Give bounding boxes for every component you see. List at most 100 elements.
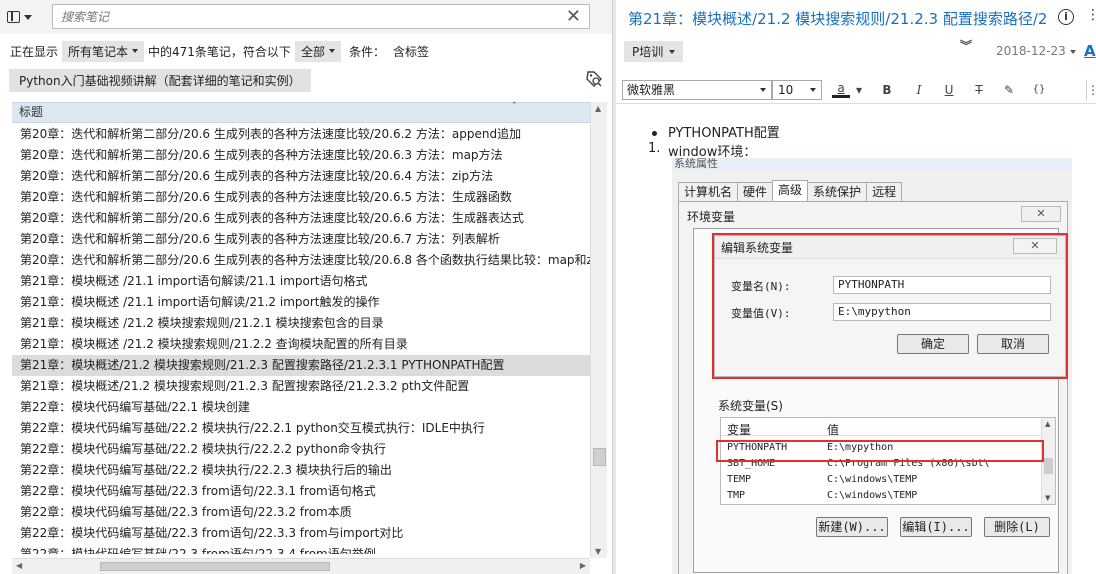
system-var-name: TMP <box>727 490 746 501</box>
scroll-right-icon[interactable]: ▶ <box>580 561 586 570</box>
chevron-down-icon[interactable]: ▾ <box>854 80 864 100</box>
highlight-box-row <box>716 440 1044 462</box>
system-vars-title: 系统变量(S) <box>718 399 783 413</box>
system-var-value: C:\windows\TEMP <box>827 490 918 501</box>
system-var-name: TEMP <box>727 474 752 485</box>
title-column-label: 标题 <box>19 105 44 119</box>
chevron-down-icon <box>328 49 335 53</box>
note-row[interactable]: 第20章：迭代和解析第二部分/20.6 生成列表的各种方法速度比较/20.6.3… <box>12 145 590 166</box>
font-format-icon[interactable]: A <box>1084 42 1096 60</box>
note-row[interactable]: 第22章：模块代码编写基础/22.1 模块创建 <box>12 397 590 418</box>
screenshot-window-title: 系统属性 <box>674 158 718 170</box>
title-column-header[interactable]: 标题 ˆ <box>12 102 590 123</box>
bold-button[interactable]: B <box>878 80 896 100</box>
note-row[interactable]: 第21章：模块概述 /21.2 模块搜索规则/21.2.2 查询模块配置的所有目… <box>12 334 590 355</box>
system-var-value: C:\windows\TEMP <box>827 474 918 485</box>
screenshot-titlebar: 系统属性 <box>672 158 1072 170</box>
scroll-thumb <box>1044 458 1053 474</box>
chevron-down-icon <box>24 14 32 20</box>
notes-list-pane: ✕ 正在显示 所有笔记本 中的471条笔记，符合以下 全部 条件： 含标签 Py… <box>0 0 612 574</box>
note-date-value: 2018-12-23 <box>996 44 1066 58</box>
scroll-left-icon[interactable]: ◀ <box>16 561 22 570</box>
chevron-down-icon <box>1069 49 1076 54</box>
code-block-button[interactable]: {} <box>1030 80 1048 100</box>
highlight-icon[interactable]: ✎ <box>1000 80 1018 100</box>
screenshot-tab: 计算机名 <box>678 182 739 201</box>
tag-filter-chip[interactable]: Python入门基础视频讲解（配套详细的笔记和实例） <box>9 69 311 92</box>
chevron-down-icon <box>810 88 816 92</box>
font-size-select[interactable]: 10 <box>772 80 822 100</box>
note-row[interactable]: 第22章：模块代码编写基础/22.3 from语句/22.3.4 from语句举… <box>12 544 590 554</box>
note-row[interactable]: 第20章：迭代和解析第二部分/20.6 生成列表的各种方法速度比较/20.6.8… <box>12 250 590 271</box>
italic-button[interactable]: I <box>910 80 928 100</box>
screenshot-tabs: 计算机名 硬件 高级 系统保护 远程 <box>678 180 903 202</box>
bullet-icon <box>652 131 657 136</box>
note-row[interactable]: 第20章：迭代和解析第二部分/20.6 生成列表的各种方法速度比较/20.6.2… <box>12 124 590 145</box>
note-row[interactable]: 第21章：模块概述 /21.1 import语句解读/21.2 import触发… <box>12 292 590 313</box>
notes-list: 第20章：迭代和解析第二部分/20.6 生成列表的各种方法速度比较/20.6.2… <box>12 124 590 554</box>
note-row[interactable]: 第20章：迭代和解析第二部分/20.6 生成列表的各种方法速度比较/20.6.6… <box>12 208 590 229</box>
scroll-up-icon[interactable]: ▲ <box>595 104 601 113</box>
note-row[interactable]: 第22章：模块代码编写基础/22.3 from语句/22.3.1 from语句格… <box>12 481 590 502</box>
scroll-thumb[interactable] <box>100 562 330 571</box>
col-val-header: 值 <box>827 423 840 437</box>
note-row[interactable]: 第21章：模块概述 /21.2 模块搜索规则/21.2.1 模块搜索包含的目录 <box>12 313 590 334</box>
note-row[interactable]: 第22章：模块代码编写基础/22.2 模块执行/22.2.3 模块执行后的输出 <box>12 460 590 481</box>
scroll-up-icon: ▲ <box>1045 420 1051 428</box>
text-color-button[interactable]: a <box>832 80 850 98</box>
search-input[interactable] <box>53 5 543 28</box>
new-var-button: 新建(W)... <box>816 517 888 537</box>
note-row[interactable]: 第21章：模块概述/21.2 模块搜索规则/21.2.3 配置搜索路径/21.2… <box>12 376 590 397</box>
note-row[interactable]: 第20章：迭代和解析第二部分/20.6 生成列表的各种方法速度比较/20.6.4… <box>12 166 590 187</box>
list-toolbar: ✕ <box>0 0 612 34</box>
note-notebook-dropdown[interactable]: P培训 <box>624 41 684 62</box>
note-row[interactable]: 第22章：模块代码编写基础/22.2 模块执行/22.2.1 python交互模… <box>12 418 590 439</box>
more-options-icon[interactable]: ⋮ <box>1086 6 1096 24</box>
notebook-filter-dropdown[interactable]: 所有笔记本 <box>62 40 145 62</box>
screenshot-tab: 硬件 <box>737 182 774 201</box>
note-date-dropdown[interactable]: 2018-12-23 <box>996 44 1076 58</box>
system-vars-group: 系统变量(S) 变量 值 PYTHONPATH E:\mypython SBT_… <box>714 393 1056 563</box>
info-icon[interactable]: i <box>1058 9 1074 25</box>
list-horizontal-scrollbar[interactable]: ◀ ▶ <box>12 558 590 574</box>
panel-toggle-button[interactable] <box>7 8 37 26</box>
panel-icon <box>7 11 20 23</box>
note-row[interactable]: 第22章：模块代码编写基础/22.3 from语句/22.3.2 from本质 <box>12 502 590 523</box>
screenshot-tab: 系统保护 <box>807 182 868 201</box>
scroll-thumb[interactable] <box>593 448 606 466</box>
note-title[interactable]: 第21章：模块概述/21.2 模块搜索规则/21.2.3 配置搜索路径/21.2… <box>628 8 1048 30</box>
note-editor-pane: 第21章：模块概述/21.2 模块搜索规则/21.2.3 配置搜索路径/21.2… <box>616 0 1096 574</box>
note-content[interactable]: PYTHONPATH配置 1. window环境： 系统属性 计算机名 硬件 高… <box>616 110 1096 574</box>
filter-bar: 正在显示 所有笔记本 中的471条笔记，符合以下 全部 条件： 含标签 <box>0 40 612 62</box>
embedded-screenshot: 系统属性 计算机名 硬件 高级 系统保护 远程 环境变量 ✕ 编辑系统变量 ✕ … <box>672 158 1072 574</box>
note-count-text: 中的471条笔记，符合以下 <box>148 44 291 59</box>
delete-var-button: 删除(L) <box>984 517 1050 537</box>
system-var-row: TMP C:\windows\TEMP <box>721 488 1041 504</box>
col-var-header: 变量 <box>727 423 752 437</box>
clear-search-icon[interactable]: ✕ <box>566 6 581 28</box>
more-tools-icon[interactable]: ⋮ <box>1086 80 1096 100</box>
note-row[interactable]: 第20章：迭代和解析第二部分/20.6 生成列表的各种方法速度比较/20.6.7… <box>12 229 590 250</box>
search-box: ✕ <box>52 4 590 29</box>
system-vars-header: 变量 值 <box>721 418 1041 437</box>
scroll-down-icon[interactable]: ▼ <box>595 547 601 556</box>
note-row[interactable]: 第20章：迭代和解析第二部分/20.6 生成列表的各种方法速度比较/20.6.5… <box>12 187 590 208</box>
notebook-filter-value: 所有笔记本 <box>68 44 129 59</box>
font-family-select[interactable]: 微软雅黑 <box>622 80 772 100</box>
underline-button[interactable]: U <box>940 80 958 100</box>
condition-value: 含标签 <box>392 44 429 59</box>
chevron-down-icon <box>669 49 676 54</box>
system-var-row: TEMP C:\windows\TEMP <box>721 472 1041 488</box>
tag-search-icon[interactable] <box>585 70 603 88</box>
list-vertical-scrollbar[interactable]: ▲ ▼ <box>590 102 607 558</box>
strikethrough-button[interactable]: T <box>970 80 988 100</box>
condition-label: 条件： <box>348 44 385 59</box>
collapse-toolbar-icon[interactable]: ︾ <box>960 40 972 52</box>
note-row[interactable]: 第22章：模块代码编写基础/22.3 from语句/22.3.3 from与im… <box>12 523 590 544</box>
sort-ascending-icon: ˆ <box>512 102 517 112</box>
note-row[interactable]: 第21章：模块概述 /21.1 import语句解读/21.1 import语句… <box>12 271 590 292</box>
note-row-selected[interactable]: 第21章：模块概述/21.2 模块搜索规则/21.2.3 配置搜索路径/21.2… <box>12 355 590 376</box>
note-row[interactable]: 第22章：模块代码编写基础/22.2 模块执行/22.2.2 python命令执… <box>12 439 590 460</box>
showing-label: 正在显示 <box>10 44 59 59</box>
match-all-dropdown[interactable]: 全部 <box>294 40 341 62</box>
